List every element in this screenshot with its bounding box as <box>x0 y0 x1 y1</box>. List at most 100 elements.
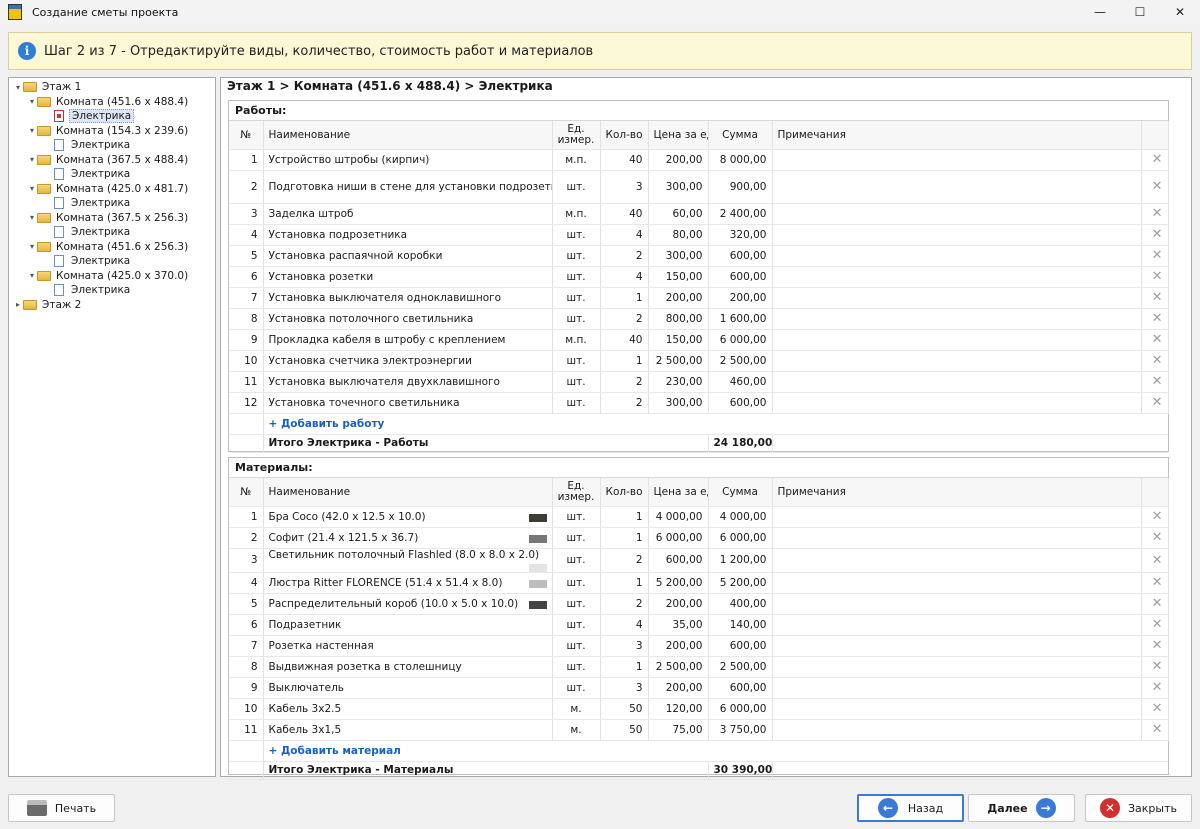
tree-room[interactable]: ▾ Комната (425.0 x 481.7) <box>9 182 215 197</box>
row-qty[interactable]: 1 <box>600 506 649 528</box>
row-price[interactable]: 60,00 <box>648 203 709 225</box>
collapse-icon[interactable]: ▾ <box>27 271 37 280</box>
col-price[interactable]: Цена за ед. <box>648 121 709 150</box>
row-notes[interactable] <box>772 677 1142 699</box>
row-qty[interactable]: 40 <box>600 149 649 171</box>
row-price[interactable]: 200,00 <box>648 287 709 309</box>
tree-category-electrics[interactable]: Электрика <box>9 196 215 211</box>
table-row[interactable]: 7 Розетка настенная шт. 3 200,00 600,00 ✕ <box>229 635 1169 657</box>
delete-row-icon[interactable]: ✕ <box>1141 593 1169 615</box>
row-price[interactable]: 600,00 <box>648 548 709 573</box>
row-name[interactable]: Заделка штроб <box>263 203 553 225</box>
delete-row-icon[interactable]: ✕ <box>1141 572 1169 594</box>
delete-row-icon[interactable]: ✕ <box>1141 329 1169 351</box>
row-notes[interactable] <box>772 266 1142 288</box>
row-name[interactable]: Подготовка ниши в стене для установки по… <box>263 170 553 204</box>
row-unit[interactable]: шт. <box>552 614 601 636</box>
tree-category-electrics[interactable]: Электрика <box>9 167 215 182</box>
table-row[interactable]: 5 Установка распаячной коробки шт. 2 300,00 6… <box>229 245 1169 267</box>
row-notes[interactable] <box>772 350 1142 372</box>
col-unit[interactable]: Ед. измер. <box>552 478 601 507</box>
row-qty[interactable]: 1 <box>600 287 649 309</box>
delete-row-icon[interactable]: ✕ <box>1141 614 1169 636</box>
table-row[interactable]: 10 Установка счетчика электроэнергии шт. 1 2… <box>229 350 1169 372</box>
row-unit[interactable]: шт. <box>552 170 601 204</box>
minimize-button[interactable]: — <box>1080 0 1120 24</box>
delete-row-icon[interactable]: ✕ <box>1141 719 1169 741</box>
row-qty[interactable]: 40 <box>600 329 649 351</box>
col-name[interactable]: Наименование <box>263 478 553 507</box>
table-row[interactable]: 4 Люстра Ritter FLORENCE (51.4 x 51.4 x 8… <box>229 572 1169 594</box>
row-qty[interactable]: 1 <box>600 350 649 372</box>
row-qty[interactable]: 2 <box>600 371 649 393</box>
collapse-icon[interactable]: ▾ <box>13 83 23 92</box>
delete-row-icon[interactable]: ✕ <box>1141 371 1169 393</box>
col-name[interactable]: Наименование <box>263 121 553 150</box>
row-name[interactable]: Установка выключателя одноклавишного <box>263 287 553 309</box>
add-materials-link[interactable]: + Добавить материал <box>269 745 401 757</box>
table-row[interactable]: 1 Бра Coco (42.0 x 12.5 x 10.0) шт. 1 4 000,… <box>229 506 1169 528</box>
row-notes[interactable] <box>772 392 1142 414</box>
tree-category-electrics[interactable]: Электрика <box>9 109 215 124</box>
table-row[interactable]: 2 Подготовка ниши в стене для установки п… <box>229 170 1169 204</box>
row-price[interactable]: 230,00 <box>648 371 709 393</box>
row-notes[interactable] <box>772 329 1142 351</box>
row-unit[interactable]: шт. <box>552 266 601 288</box>
row-unit[interactable]: м. <box>552 719 601 741</box>
tree-room[interactable]: ▾ Комната (367.5 x 488.4) <box>9 153 215 168</box>
row-notes[interactable] <box>772 635 1142 657</box>
col-price[interactable]: Цена за ед. <box>648 478 709 507</box>
table-row[interactable]: 6 Установка розетки шт. 4 150,00 600,00 ✕ <box>229 266 1169 288</box>
row-unit[interactable]: шт. <box>552 593 601 615</box>
row-price[interactable]: 800,00 <box>648 308 709 330</box>
delete-row-icon[interactable]: ✕ <box>1141 677 1169 699</box>
close-window-button[interactable]: ✕ <box>1160 0 1200 24</box>
row-unit[interactable]: шт. <box>552 572 601 594</box>
add-works-link[interactable]: + Добавить работу <box>269 418 385 430</box>
row-price[interactable]: 300,00 <box>648 170 709 204</box>
row-qty[interactable]: 2 <box>600 593 649 615</box>
table-row[interactable]: 6 Подразетник шт. 4 35,00 140,00 ✕ <box>229 614 1169 636</box>
tree-room[interactable]: ▾ Комната (451.6 x 256.3) <box>9 240 215 255</box>
delete-row-icon[interactable]: ✕ <box>1141 203 1169 225</box>
row-unit[interactable]: шт. <box>552 635 601 657</box>
tree-room[interactable]: ▾ Комната (154.3 x 239.6) <box>9 124 215 139</box>
row-price[interactable]: 200,00 <box>648 593 709 615</box>
row-price[interactable]: 6 000,00 <box>648 527 709 549</box>
delete-row-icon[interactable]: ✕ <box>1141 656 1169 678</box>
row-price[interactable]: 200,00 <box>648 635 709 657</box>
row-name[interactable]: Кабель 3х2.5 <box>263 698 553 720</box>
row-qty[interactable]: 1 <box>600 527 649 549</box>
table-row[interactable]: 2 Софит (21.4 x 121.5 x 36.7) шт. 1 6 000,00… <box>229 527 1169 549</box>
table-row[interactable]: 4 Установка подрозетника шт. 4 80,00 320,00 ✕ <box>229 224 1169 246</box>
row-unit[interactable]: шт. <box>552 308 601 330</box>
row-price[interactable]: 5 200,00 <box>648 572 709 594</box>
row-notes[interactable] <box>772 527 1142 549</box>
row-notes[interactable] <box>772 149 1142 171</box>
maximize-button[interactable]: ☐ <box>1120 0 1160 24</box>
row-qty[interactable]: 4 <box>600 266 649 288</box>
row-notes[interactable] <box>772 548 1142 573</box>
row-notes[interactable] <box>772 203 1142 225</box>
table-row[interactable]: 3 Светильник потолочный Flashled (8.0 x 8… <box>229 548 1169 573</box>
col-no[interactable]: № <box>229 121 264 150</box>
table-row[interactable]: 8 Выдвижная розетка в столешницу шт. 1 2 500… <box>229 656 1169 678</box>
delete-row-icon[interactable]: ✕ <box>1141 635 1169 657</box>
row-unit[interactable]: шт. <box>552 656 601 678</box>
row-unit[interactable]: шт. <box>552 224 601 246</box>
row-name[interactable]: Установка счетчика электроэнергии <box>263 350 553 372</box>
row-qty[interactable]: 3 <box>600 170 649 204</box>
row-unit[interactable]: шт. <box>552 548 601 573</box>
delete-row-icon[interactable]: ✕ <box>1141 698 1169 720</box>
row-unit[interactable]: шт. <box>552 677 601 699</box>
row-price[interactable]: 4 000,00 <box>648 506 709 528</box>
next-button[interactable]: Далее → <box>968 794 1075 822</box>
col-notes[interactable]: Примечания <box>772 121 1142 150</box>
row-qty[interactable]: 4 <box>600 614 649 636</box>
row-notes[interactable] <box>772 614 1142 636</box>
table-row[interactable]: 9 Прокладка кабеля в штробу с креплением м… <box>229 329 1169 351</box>
row-notes[interactable] <box>772 593 1142 615</box>
collapse-icon[interactable]: ▾ <box>27 242 37 251</box>
row-name[interactable]: Выдвижная розетка в столешницу <box>263 656 553 678</box>
row-name[interactable]: Распределительный короб (10.0 x 5.0 x 10… <box>263 593 553 615</box>
